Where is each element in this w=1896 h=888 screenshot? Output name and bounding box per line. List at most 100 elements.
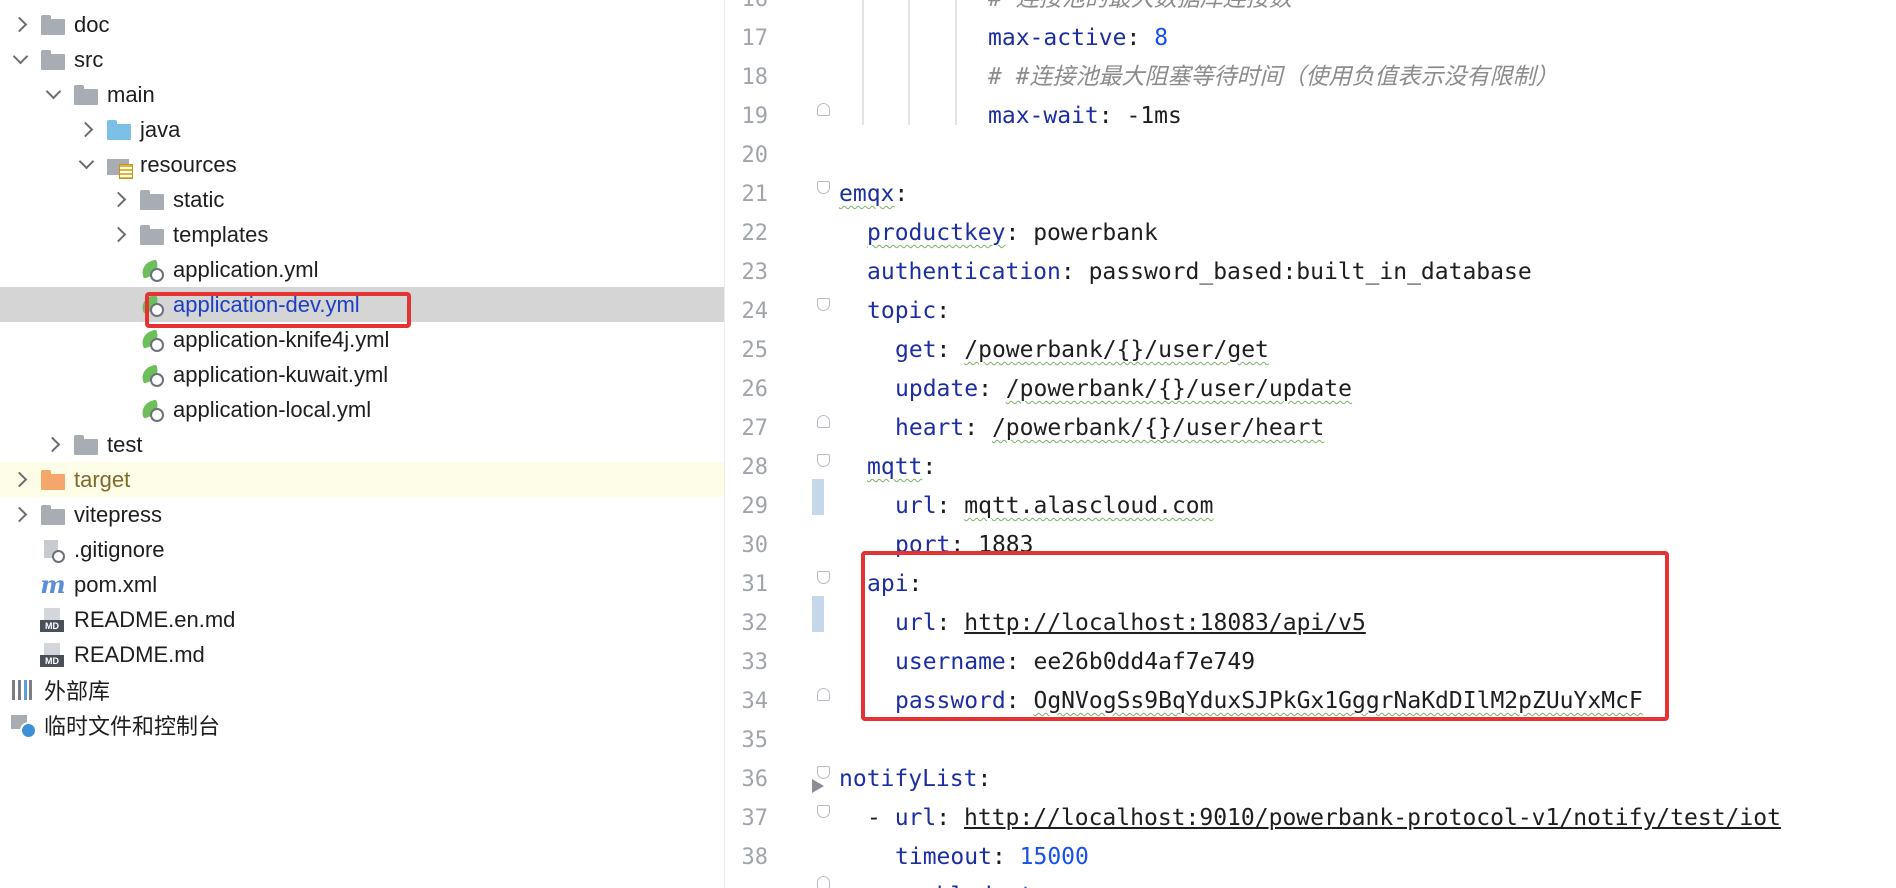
resources-folder-icon [106, 153, 133, 179]
markdown-icon [40, 607, 66, 632]
fold-end-icon[interactable] [817, 103, 830, 116]
fold-start-icon[interactable] [817, 805, 830, 818]
fold-start-icon[interactable] [817, 181, 830, 194]
tree-item-main[interactable]: main [0, 77, 724, 112]
spring-yaml-icon [139, 398, 165, 422]
code-line-35: notifyList: [839, 766, 992, 792]
tree-item-label: README.md [74, 641, 205, 667]
code-line-17: # #连接池最大阻塞等待时间（使用负值表示没有限制） [988, 64, 1559, 90]
tree-item-doc[interactable]: doc [0, 7, 724, 42]
line-number: 28 [741, 455, 769, 480]
tree-item-pom-xml[interactable]: m pom.xml [0, 567, 724, 602]
tree-item-application-local-yml[interactable]: application-local.yml [0, 392, 724, 427]
folder-icon [73, 433, 99, 457]
fold-end-icon[interactable] [817, 415, 830, 428]
change-marker[interactable] [812, 479, 824, 515]
indent-guide [862, 0, 864, 125]
tree-item-java[interactable]: java [0, 112, 724, 147]
tree-item-src[interactable]: src [0, 42, 724, 77]
tree-item-label: static [173, 186, 225, 212]
project-tree-panel: doc src main java resources static templ… [0, 0, 725, 888]
change-marker[interactable] [812, 596, 824, 632]
line-number: 36 [741, 767, 769, 792]
code-line-24: get: /powerbank/{}/user/get [895, 337, 1269, 363]
chevron-right-icon[interactable] [109, 189, 131, 211]
line-number: 24 [741, 299, 769, 324]
code-line-16: max-active: 8 [988, 25, 1169, 51]
chevron-right-icon[interactable] [109, 224, 131, 246]
excluded-folder-icon [40, 468, 66, 492]
code-line-33: password: OgNVogSs9BqYduxSJPkGx1GggrNaKd… [895, 688, 1643, 714]
tree-item-static[interactable]: static [0, 182, 724, 217]
fold-end-icon[interactable] [817, 876, 830, 888]
tree-item-gitignore[interactable]: .gitignore [0, 532, 724, 567]
tree-item-test[interactable]: test [0, 427, 724, 462]
fold-end-icon[interactable] [817, 688, 830, 701]
fold-start-icon[interactable] [817, 454, 830, 467]
code-line-36: - url: http://localhost:9010/powerbank-p… [867, 805, 1781, 831]
tree-item-application-knife4j-yml[interactable]: application-knife4j.yml [0, 322, 724, 357]
code-line-21: productkey: powerbank [867, 220, 1158, 246]
fold-start-icon[interactable] [817, 571, 830, 584]
code-line-18: max-wait: -1ms [988, 103, 1182, 129]
notify-url-link[interactable]: http://localhost:9010/powerbank-protocol… [964, 805, 1781, 831]
code-line-20: emqx: [839, 181, 909, 207]
tree-item-application-kuwait-yml[interactable]: application-kuwait.yml [0, 357, 724, 392]
line-number: 34 [741, 689, 769, 714]
tree-item-label: pom.xml [74, 571, 158, 597]
line-number: 30 [741, 533, 769, 558]
tree-item-target[interactable]: target [0, 462, 724, 497]
tree-item-application-yml[interactable]: application.yml [0, 252, 724, 287]
code-line-38: enabled: true [895, 877, 1075, 888]
chevron-right-icon[interactable] [10, 504, 32, 526]
source-folder-icon [106, 118, 132, 142]
tree-item-readme-md[interactable]: README.md [0, 637, 724, 672]
yaml-editor[interactable]: 16 17 18 19 20 21 22 23 24 25 26 27 28 2… [725, 0, 1896, 888]
spring-yaml-icon [139, 363, 165, 387]
tree-item-label: vitepress [74, 501, 163, 527]
fold-start-icon[interactable] [817, 766, 830, 779]
tree-item-readme-en-md[interactable]: README.en.md [0, 602, 724, 637]
code-comment: # 连接池的最大数据库连接数 [988, 0, 1292, 19]
tree-item-application-dev-yml[interactable]: application-dev.yml [0, 287, 724, 322]
code-line-26: heart: /powerbank/{}/user/heart [895, 415, 1325, 441]
tree-item-label: README.en.md [74, 606, 236, 632]
code-line-31: url: http://localhost:18083/api/v5 [895, 610, 1366, 636]
line-number: 20 [741, 143, 769, 168]
chevron-right-icon[interactable] [76, 119, 98, 141]
code-line-27: mqtt: [867, 454, 937, 480]
code-line-28: url: mqtt.alascloud.com [895, 493, 1214, 519]
chevron-right-icon[interactable] [10, 469, 32, 491]
tree-item-external-libraries[interactable]: 外部库 [0, 672, 724, 707]
line-number: 33 [741, 650, 769, 675]
tree-item-label: application-knife4j.yml [173, 326, 390, 352]
line-number: 23 [741, 260, 769, 285]
spring-yaml-icon [139, 293, 165, 317]
indent-guide [955, 0, 957, 125]
library-icon [10, 678, 36, 702]
tree-item-resources[interactable]: resources [0, 147, 724, 182]
line-number: 25 [741, 338, 769, 363]
chevron-right-icon[interactable] [43, 434, 65, 456]
code-line-25: update: /powerbank/{}/user/update [895, 376, 1352, 402]
tree-item-label: application-local.yml [173, 396, 372, 422]
code-line-32: username: ee26b0dd4af7e749 [895, 649, 1256, 675]
line-number: 18 [741, 65, 769, 90]
tree-item-scratches-and-consoles[interactable]: 临时文件和控制台 [0, 707, 724, 742]
chevron-down-icon[interactable] [76, 154, 98, 176]
line-number: 26 [741, 377, 769, 402]
tree-item-label: .gitignore [74, 536, 165, 562]
folder-icon [40, 48, 66, 72]
line-number: 27 [741, 416, 769, 441]
line-number: 19 [741, 104, 769, 129]
tree-item-label: doc [74, 11, 110, 37]
api-url-link[interactable]: http://localhost:18083/api/v5 [964, 610, 1366, 636]
chevron-down-icon[interactable] [43, 84, 65, 106]
chevron-right-icon[interactable] [10, 14, 32, 36]
chevron-down-icon[interactable] [10, 49, 32, 71]
tree-item-templates[interactable]: templates [0, 217, 724, 252]
fold-start-icon[interactable] [817, 298, 830, 311]
maven-icon: m [40, 569, 66, 599]
tree-item-vitepress[interactable]: vitepress [0, 497, 724, 532]
run-gutter-arrow-icon[interactable] [812, 779, 824, 793]
